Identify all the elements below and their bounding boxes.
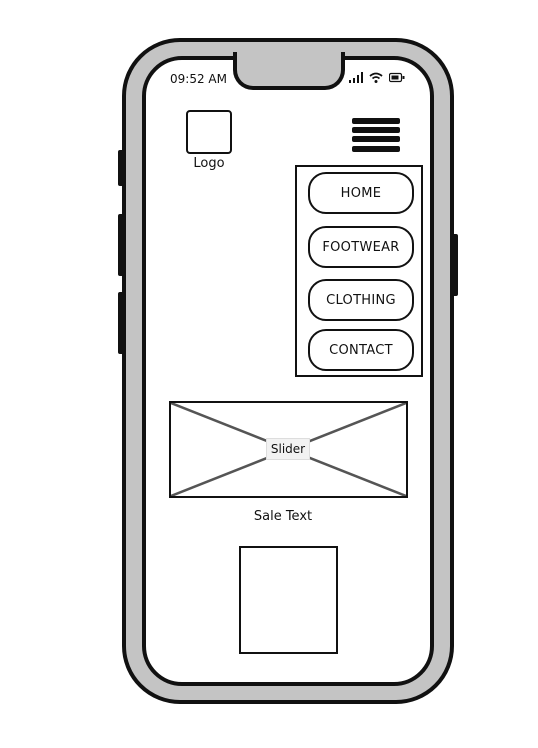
volume-up-button (118, 214, 124, 276)
content-placeholder-box[interactable] (239, 546, 338, 654)
slider-label: Slider (266, 438, 310, 460)
logo-label: Logo (193, 156, 225, 171)
power-button (452, 234, 458, 296)
phone-notch (233, 52, 345, 90)
signal-icon (349, 72, 363, 83)
volume-down-button (118, 292, 124, 354)
nav-footwear-button[interactable]: FOOTWEAR (308, 226, 414, 268)
wifi-icon (369, 72, 383, 83)
logo-placeholder[interactable] (186, 110, 232, 154)
battery-icon (389, 72, 405, 83)
mute-switch (118, 150, 124, 186)
status-icons (349, 72, 405, 83)
sale-text: Sale Text (253, 509, 313, 524)
nav-home-button[interactable]: HOME (308, 172, 414, 214)
nav-clothing-button[interactable]: CLOTHING (308, 279, 414, 321)
status-time: 09:52 AM (170, 72, 227, 86)
hamburger-menu-icon[interactable] (352, 118, 400, 158)
nav-contact-button[interactable]: CONTACT (308, 329, 414, 371)
